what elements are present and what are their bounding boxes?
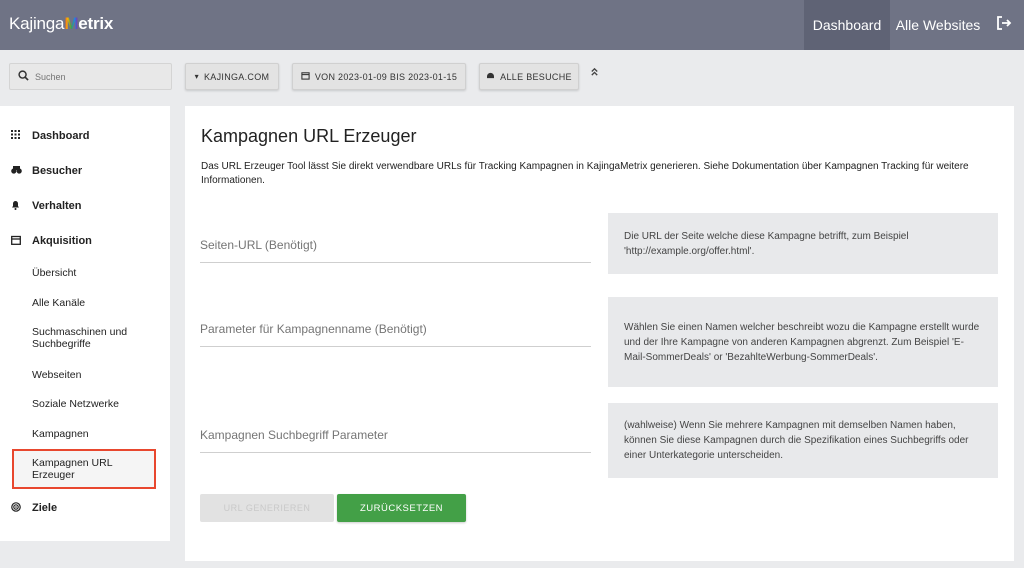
sidebar-label: Verhalten [32,200,82,212]
sidebar-label: Ziele [32,502,58,514]
main-card: Kampagnen URL Erzeuger Das URL Erzeuger … [185,106,1014,561]
sidebar-label: Kampagnen URL Erzeuger [32,457,113,481]
sidebar-subitem-all-channels[interactable]: Alle Kanäle [0,297,170,309]
page-url-field[interactable] [200,236,591,263]
logout-icon[interactable] [996,15,1016,35]
nav-all-websites[interactable]: Alle Websites [890,0,986,50]
logo-m: M [64,14,79,33]
logo-text: Kajinga [9,14,65,33]
segment-button[interactable]: ALLE BESUCHE [479,63,579,90]
sidebar-item-dashboard[interactable]: Dashboard [0,129,170,143]
sidebar-subitem-campaign-url-builder[interactable]: Kampagnen URL Erzeuger [0,457,170,481]
page-title: Kampagnen URL Erzeuger [201,126,417,146]
reset-button[interactable]: ZURÜCKSETZEN [337,494,466,522]
sidebar-item-goals[interactable]: Ziele [0,501,170,515]
sidebar-subitem-campaigns[interactable]: Kampagnen [0,428,170,440]
date-range-label: VON 2023-01-09 BIS 2023-01-15 [314,71,458,82]
search-input[interactable] [35,71,155,82]
binoculars-icon [11,165,22,177]
sidebar-label: Akquisition [32,235,92,247]
top-bar: KajingaMetrix Dashboard Alle Websites [0,0,1024,50]
campaign-keyword-help: (wahlweise) Wenn Sie mehrere Kampagnen m… [608,403,998,478]
calendar-icon [11,235,21,248]
sidebar-item-visitors[interactable]: Besucher [0,164,170,178]
sidebar-label: Kampagnen [32,428,89,440]
sidebar-subitem-overview[interactable]: Übersicht [0,267,170,279]
page-url-help: Die URL der Seite welche diese Kampagne … [608,213,998,274]
intro-text: Das URL Erzeuger Tool lässt Sie direkt v… [201,161,969,186]
sidebar-item-behaviour[interactable]: Verhalten [0,199,170,213]
help-text: (wahlweise) Wenn Sie mehrere Kampagnen m… [624,420,969,461]
sidebar-label: Alle Kanäle [32,297,86,309]
campaign-name-field[interactable] [200,320,591,347]
campaign-name-input[interactable] [200,322,591,336]
caret-down-icon: ▾ [194,72,199,81]
segment-label: ALLE BESUCHE [500,71,572,82]
help-text: Wählen Sie einen Namen welcher beschreib… [624,321,980,363]
sidebar-label: Suchmaschinen und Suchbegriffe [32,326,128,350]
target-icon [11,501,21,515]
campaign-keyword-field[interactable] [200,426,591,453]
logo[interactable]: KajingaMetrix [9,14,113,34]
site-selector-button[interactable]: ▾ KAJINGA.COM [185,63,279,90]
date-range-button[interactable]: VON 2023-01-09 BIS 2023-01-15 [292,63,466,90]
bell-icon [11,200,20,213]
grid-icon [11,130,20,142]
sidebar-subitem-social-networks[interactable]: Soziale Netzwerke [0,398,170,410]
campaign-name-help: Wählen Sie einen Namen welcher beschreib… [608,297,998,387]
sidebar-subitem-search-engines[interactable]: Suchmaschinen und Suchbegriffe [0,326,170,350]
sidebar-label: Webseiten [32,369,82,381]
search-box[interactable] [9,63,172,90]
logo-text-rest: etrix [78,14,114,33]
page-url-input[interactable] [200,238,591,252]
sidebar-label: Dashboard [32,130,90,142]
sidebar-label: Übersicht [32,267,77,279]
sidebar-item-acquisition[interactable]: Akquisition [0,234,170,248]
sidebar-label: Besucher [32,165,83,177]
campaign-keyword-input[interactable] [200,428,591,442]
sidebar-subitem-websites[interactable]: Webseiten [0,369,170,381]
site-selector-label: KAJINGA.COM [204,71,270,82]
sidebar-label: Soziale Netzwerke [32,398,119,410]
help-text: Die URL der Seite welche diese Kampagne … [624,230,909,257]
calendar-icon [301,71,310,82]
chevron-up-icon[interactable] [590,67,599,79]
nav-dashboard[interactable]: Dashboard [804,0,890,50]
segment-icon [486,72,495,81]
generate-url-button[interactable]: URL GENERIEREN [200,494,334,522]
search-icon [18,68,29,86]
